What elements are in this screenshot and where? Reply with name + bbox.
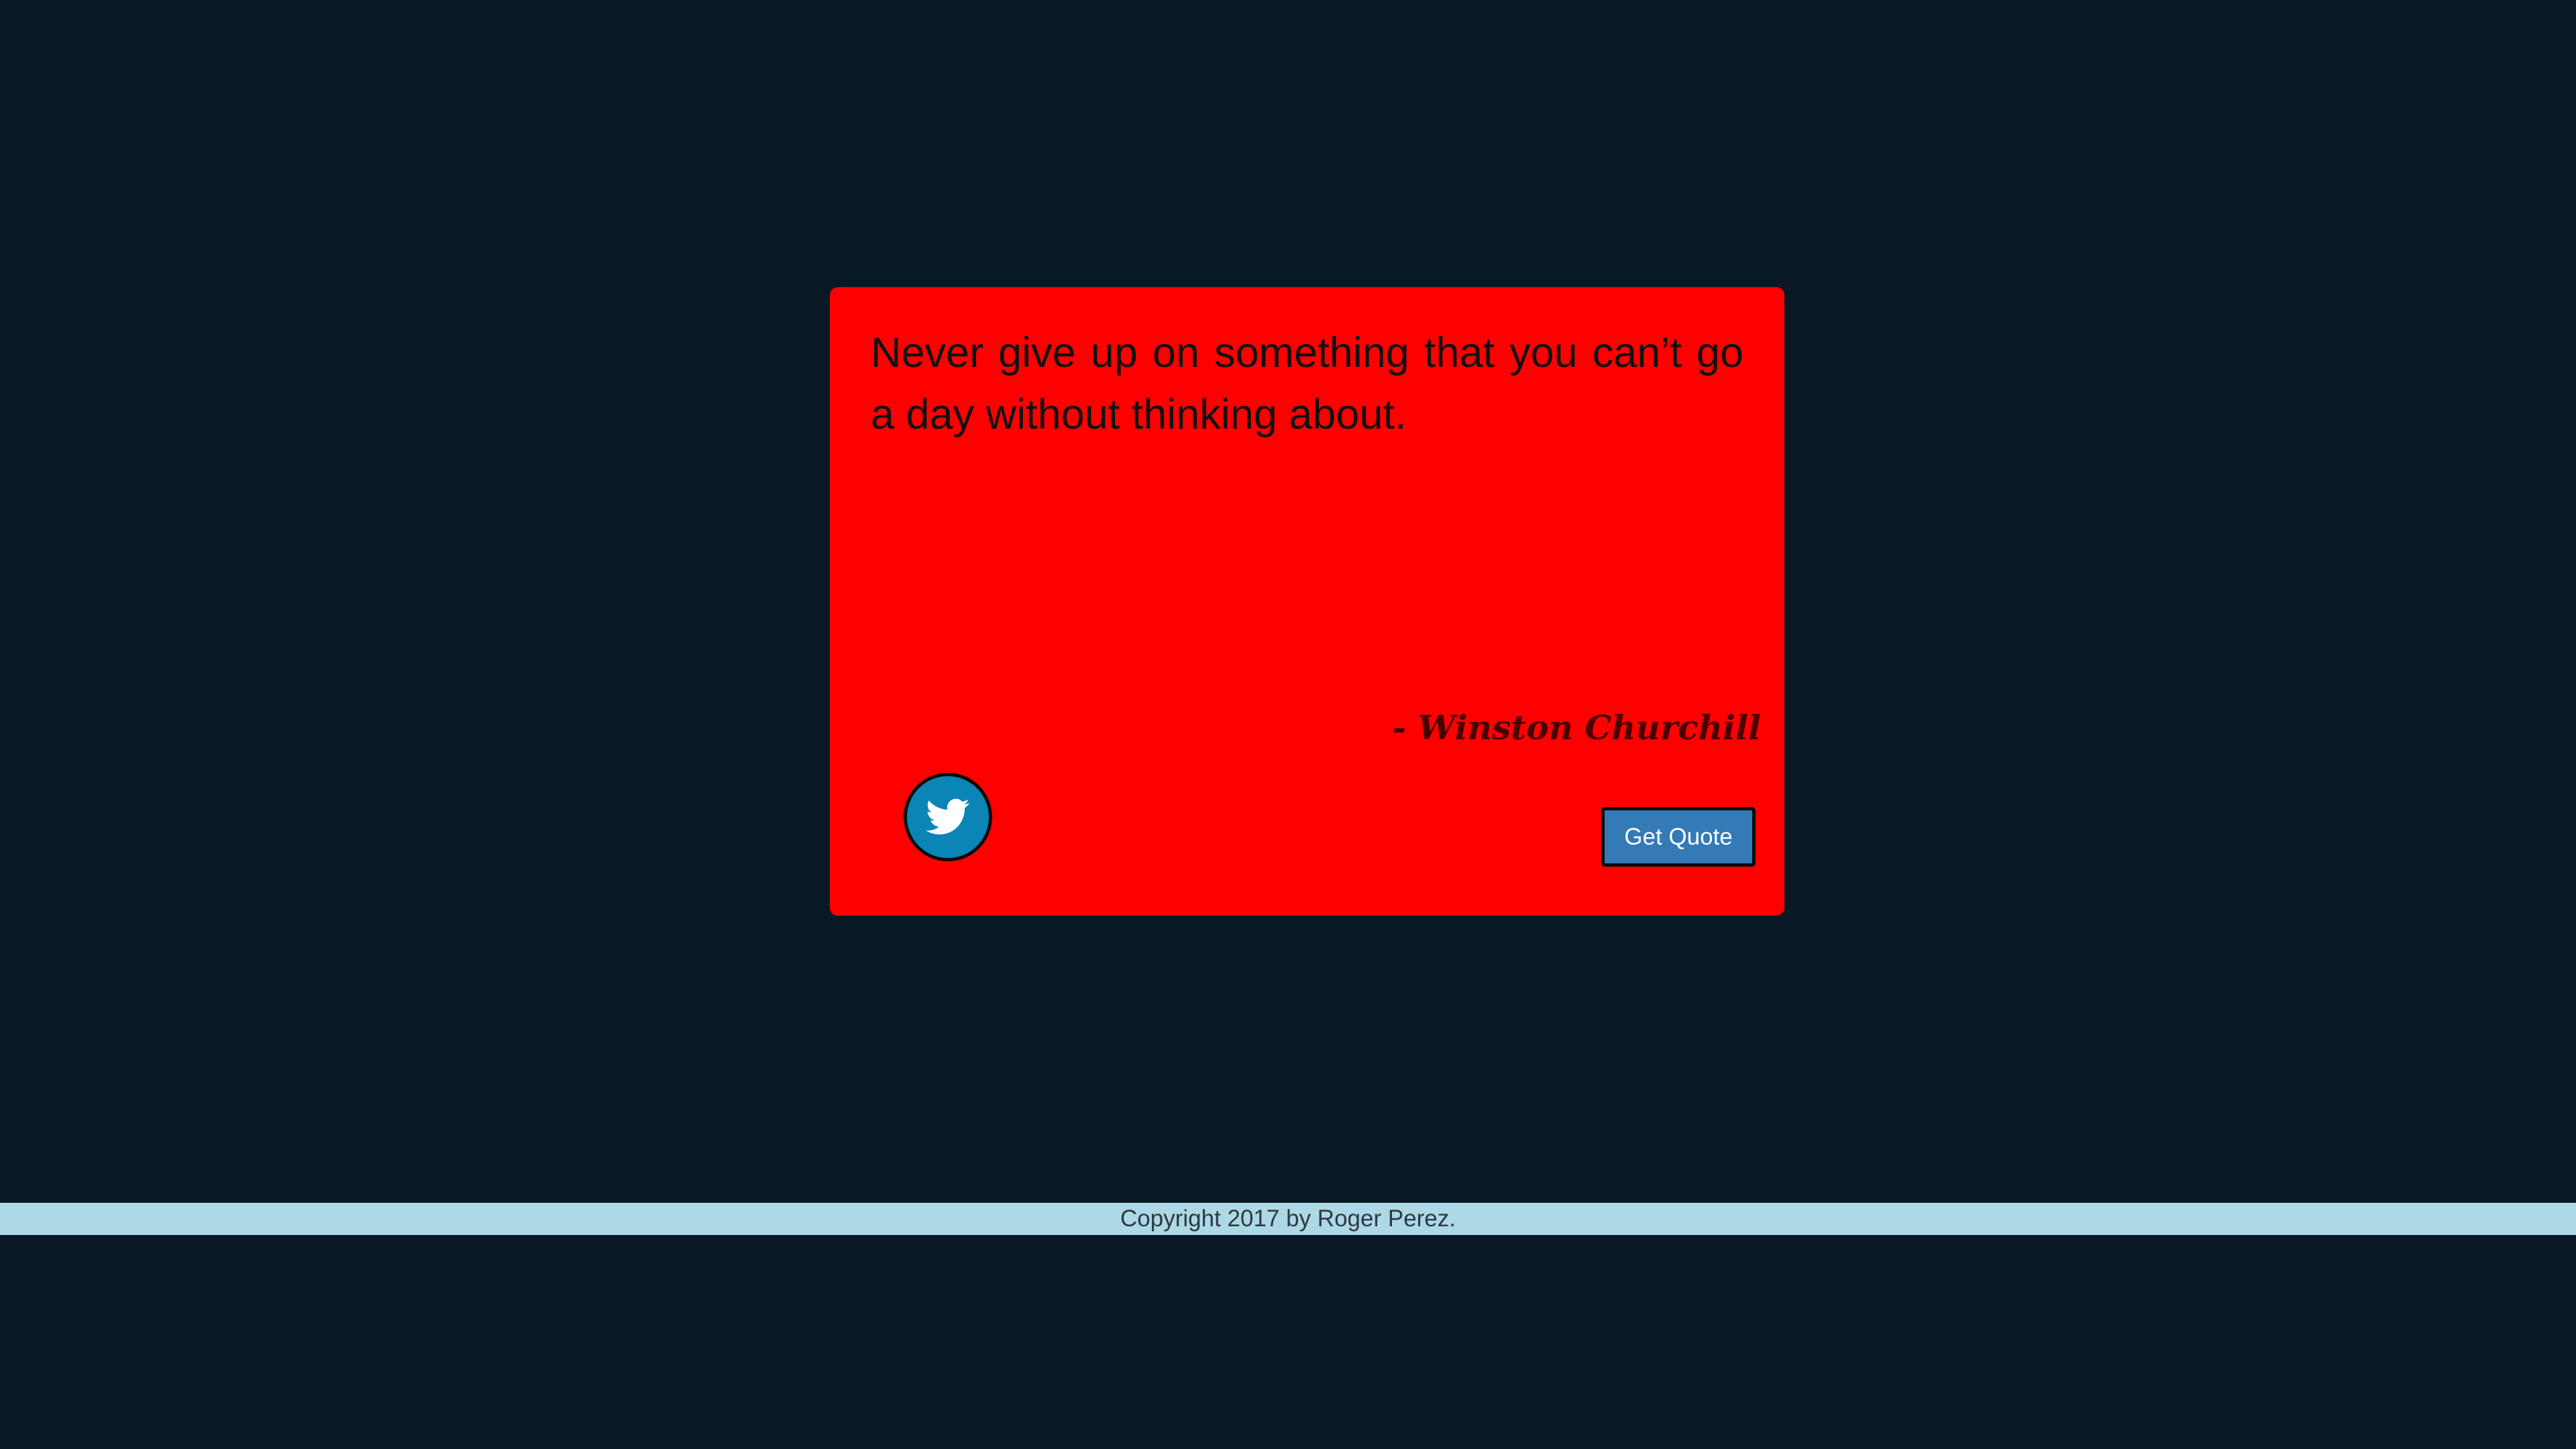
quote-text: Never give up on something that you can’… [871,329,1743,438]
tweet-button[interactable] [904,773,992,861]
quote-card: Never give up on something that you can’… [830,287,1784,916]
copyright-text: Copyright 2017 by Roger Perez. [1120,1205,1456,1232]
get-quote-button[interactable]: Get Quote [1601,807,1756,867]
twitter-bird-icon [926,798,970,836]
footer: Copyright 2017 by Roger Perez. [0,1203,2576,1235]
page: Never give up on something that you can’… [0,0,2576,1449]
quote-author: - Winston Churchill [1392,708,1761,747]
